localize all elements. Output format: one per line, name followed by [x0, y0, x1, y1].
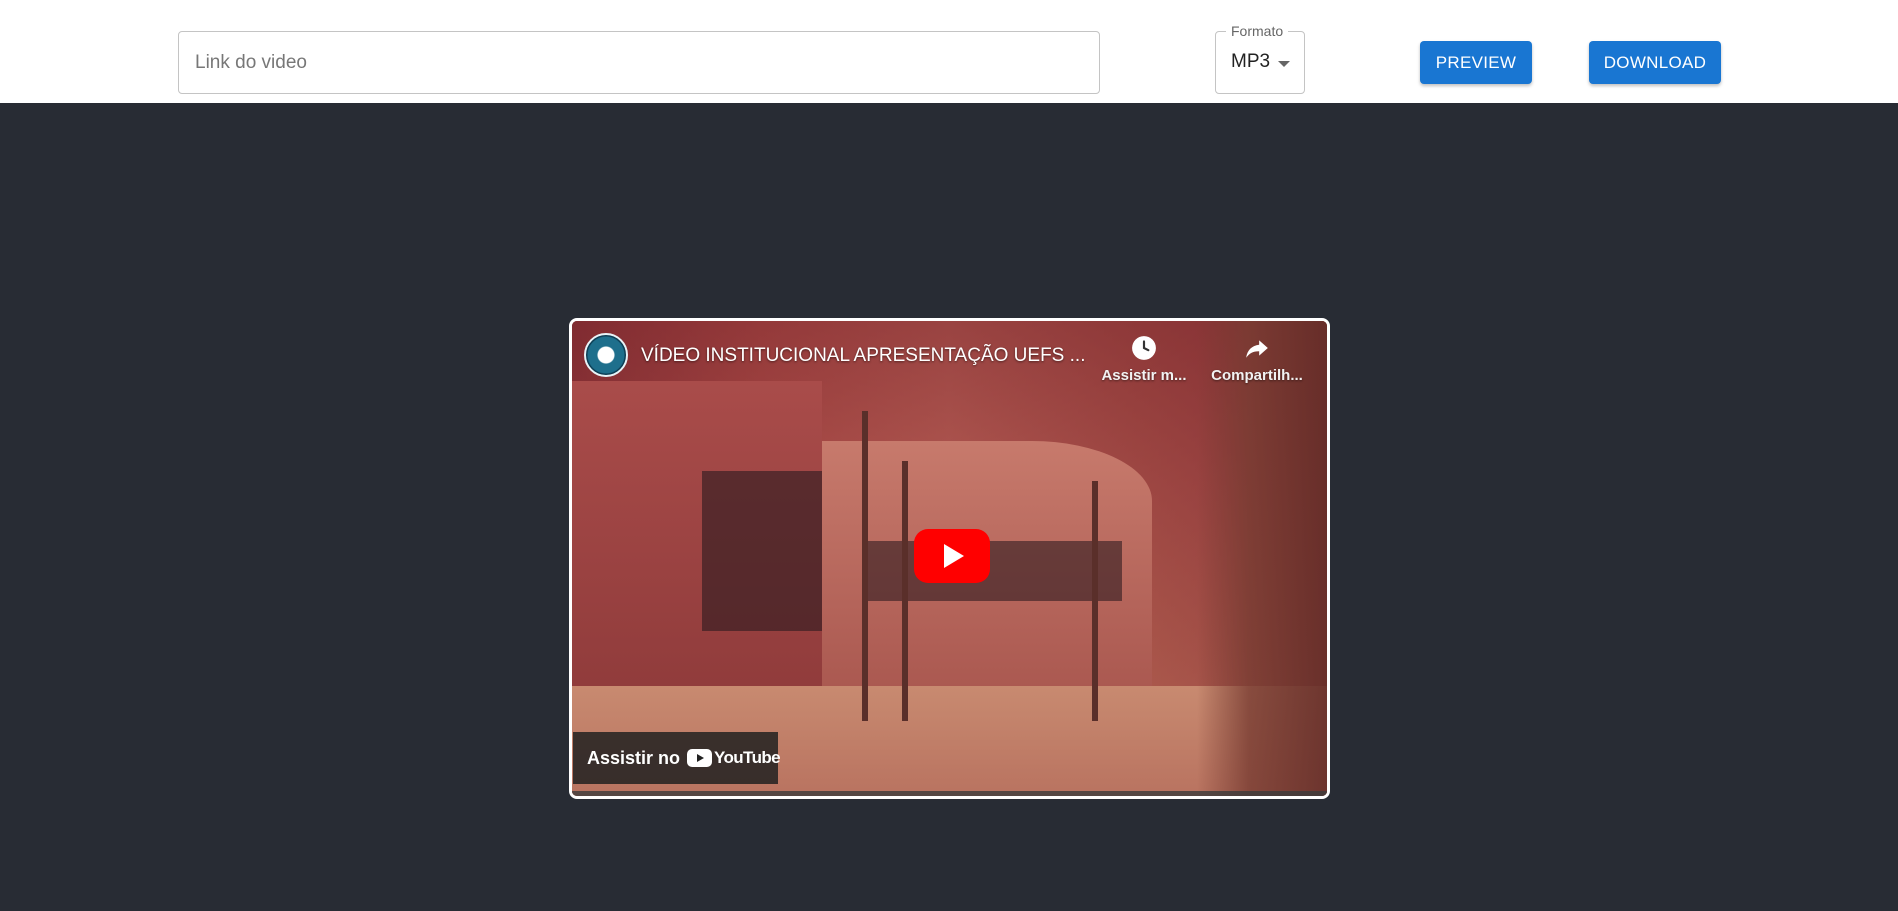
- preview-button[interactable]: PREVIEW: [1420, 41, 1532, 84]
- chevron-down-icon: [1278, 61, 1290, 67]
- youtube-logo-icon: YouTube: [687, 748, 781, 768]
- thumbnail-palms: [1197, 321, 1327, 796]
- video-link-input[interactable]: [178, 31, 1100, 94]
- format-select[interactable]: Formato MP3: [1215, 22, 1305, 94]
- clock-icon: [1132, 336, 1156, 360]
- play-icon: [944, 544, 964, 568]
- player-progress-strip: [572, 791, 1327, 796]
- share-icon: [1246, 340, 1268, 358]
- youtube-logo-play-icon: [697, 754, 704, 762]
- video-title[interactable]: VÍDEO INSTITUCIONAL APRESENTAÇÃO UEFS ..…: [641, 345, 1085, 367]
- channel-avatar[interactable]: [584, 333, 628, 377]
- download-button[interactable]: DOWNLOAD: [1589, 41, 1721, 84]
- thumbnail-window-band: [862, 541, 1122, 601]
- youtube-logo-play-box: [687, 749, 712, 767]
- format-select-value: MP3: [1231, 51, 1271, 72]
- format-select-label: Formato: [1226, 22, 1289, 40]
- thumbnail-tree: [862, 411, 868, 721]
- watch-later-label: Assistir m...: [1101, 367, 1187, 384]
- watch-later-button[interactable]: Assistir m...: [1094, 335, 1194, 384]
- top-toolbar: Formato MP3 PREVIEW DOWNLOAD: [0, 0, 1898, 103]
- thumbnail-tree: [1092, 481, 1098, 721]
- thumbnail-tree: [902, 461, 908, 721]
- watch-on-label: Assistir no: [587, 748, 681, 768]
- youtube-brand-label: YouTube: [714, 748, 781, 767]
- youtube-embed-player[interactable]: VÍDEO INSTITUCIONAL APRESENTAÇÃO UEFS ..…: [569, 318, 1330, 799]
- share-label: Compartilh...: [1211, 367, 1303, 384]
- watch-on-youtube-button[interactable]: Assistir no YouTube: [573, 732, 781, 784]
- share-button[interactable]: Compartilh...: [1207, 335, 1307, 384]
- play-button[interactable]: [914, 529, 990, 583]
- thumbnail-window: [702, 471, 822, 631]
